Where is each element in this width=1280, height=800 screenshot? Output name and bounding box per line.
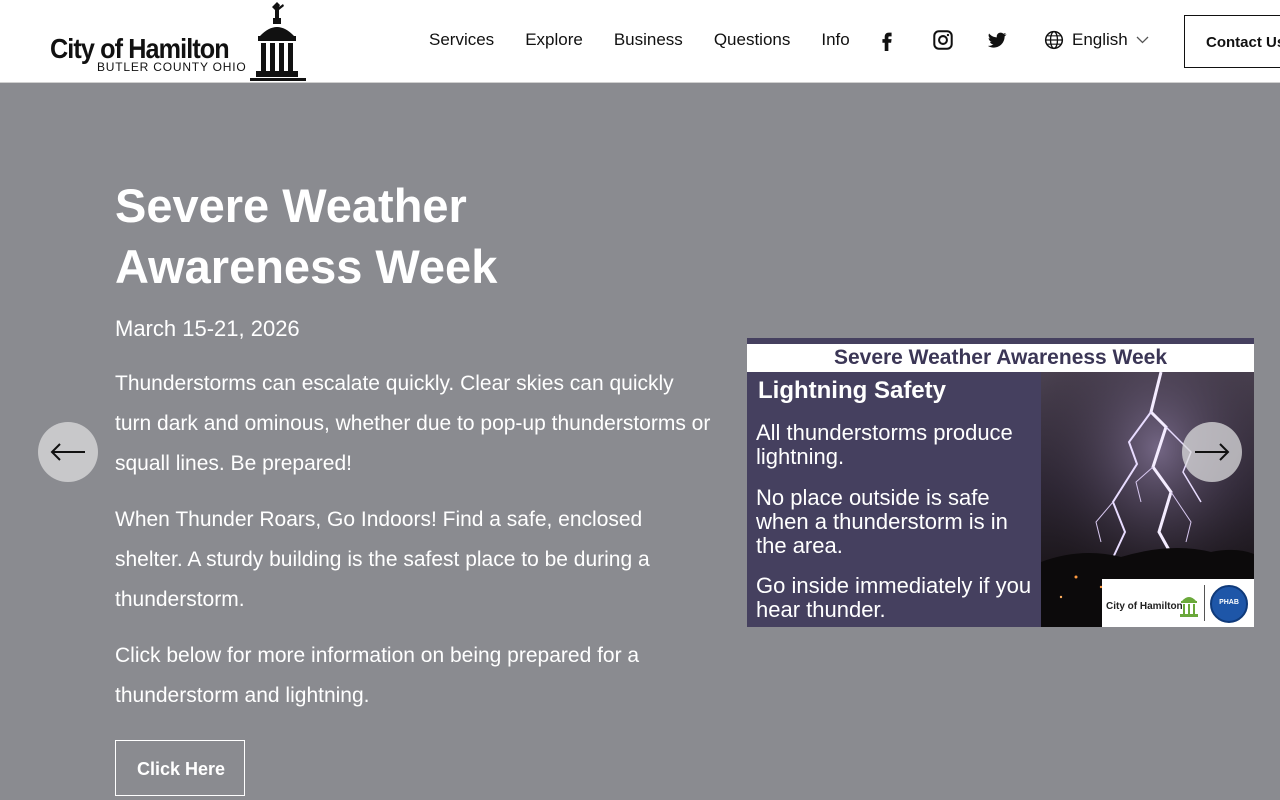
previous-slide-button[interactable] <box>38 422 98 482</box>
graphic-line: No place outside is safe when a thunders… <box>756 485 1008 558</box>
arrow-right-icon <box>1195 443 1230 461</box>
next-slide-button[interactable] <box>1182 422 1242 482</box>
logo-subtitle: BUTLER COUNTY OHIO <box>97 60 247 74</box>
instagram-icon[interactable] <box>932 29 954 51</box>
hero-title: Severe Weather Awareness Week <box>115 179 498 293</box>
phab-seal: PHAB <box>1210 585 1248 623</box>
nav-questions[interactable]: Questions <box>714 30 791 50</box>
graphic-line: All thunderstorms produce lightning. <box>756 420 1013 469</box>
monument-icon <box>1180 597 1198 617</box>
nav-services[interactable]: Services <box>429 30 494 50</box>
graphic-banner: Severe Weather Awareness Week <box>747 344 1254 372</box>
language-selector[interactable]: English <box>1044 30 1157 50</box>
globe-icon <box>1044 30 1064 50</box>
city-logo[interactable]: City of Hamilton BUTLER COUNTY OHIO <box>50 0 310 83</box>
chevron-down-icon <box>1136 36 1149 44</box>
graphic-heading: Lightning Safety <box>758 377 946 404</box>
seal-text: PHAB <box>1219 599 1239 606</box>
hero-paragraph: When Thunder Roars, Go Indoors! Find a s… <box>115 508 650 611</box>
monument-icon <box>250 2 306 81</box>
graphic-line: Go inside immediately if you hear thunde… <box>756 573 1032 622</box>
badge-name: City of Hamilton <box>1106 601 1183 612</box>
facebook-icon[interactable] <box>876 29 898 51</box>
main-nav: Services Explore Business Questions Info <box>429 30 881 50</box>
hero-paragraph: Thunderstorms can escalate quickly. Clea… <box>115 372 711 475</box>
lightning-safety-graphic: Severe Weather Awareness Week Lightning … <box>747 338 1254 627</box>
click-here-button[interactable]: Click Here <box>115 740 245 796</box>
nav-business[interactable]: Business <box>614 30 683 50</box>
nav-info[interactable]: Info <box>821 30 849 50</box>
contact-us-button[interactable]: Contact Us <box>1184 15 1280 68</box>
health-department-badge: City of Hamilton PHAB <box>1102 579 1254 627</box>
arrow-left-icon <box>50 443 85 461</box>
site-header: City of Hamilton BUTLER COUNTY OHIO Serv… <box>0 0 1280 83</box>
nav-explore[interactable]: Explore <box>525 30 583 50</box>
hero-paragraph: Click below for more information on bein… <box>115 644 640 707</box>
language-label: English <box>1072 30 1128 49</box>
badge-divider <box>1204 585 1205 621</box>
twitter-icon[interactable] <box>986 29 1008 51</box>
hero-date: March 15-21, 2026 <box>115 316 300 341</box>
